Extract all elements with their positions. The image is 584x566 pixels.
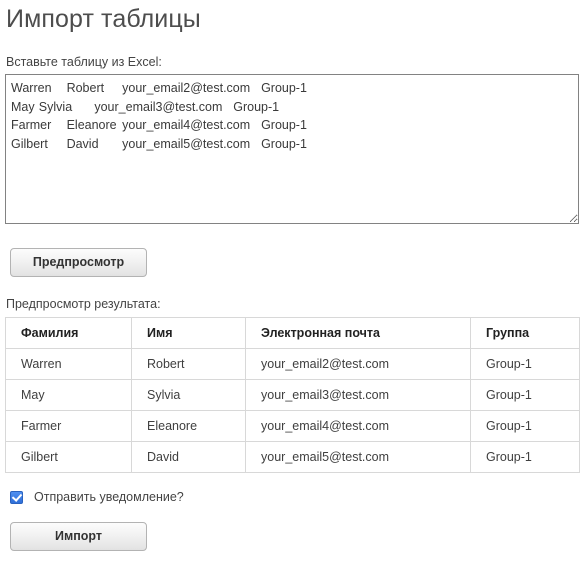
cell-email: your_email4@test.com	[245, 410, 471, 442]
preview-button[interactable]: Предпросмотр	[10, 248, 147, 277]
import-button-row: Импорт	[5, 505, 579, 551]
preview-button-row: Предпросмотр	[5, 224, 579, 277]
notify-checkbox-label: Отправить уведомление?	[34, 490, 184, 504]
import-button[interactable]: Импорт	[10, 522, 147, 551]
cell-lastname: Farmer	[5, 410, 132, 442]
cell-email: your_email3@test.com	[245, 379, 471, 411]
cell-firstname: Robert	[131, 348, 246, 380]
column-header-email: Электронная почта	[245, 317, 471, 349]
cell-firstname: Eleanore	[131, 410, 246, 442]
page-title: Импорт таблицы	[6, 5, 201, 33]
import-table-page: Импорт таблицы Вставьте таблицу из Excel…	[0, 0, 584, 566]
notify-checkbox-row: Отправить уведомление?	[5, 473, 579, 505]
cell-lastname: Gilbert	[5, 441, 132, 473]
column-header-group: Группа	[470, 317, 580, 349]
table-row: Warren Robert your_email2@test.com Group…	[5, 348, 580, 380]
paste-area-label: Вставьте таблицу из Excel:	[6, 55, 162, 69]
cell-group: Group-1	[470, 441, 580, 473]
preview-result-label: Предпросмотр результата:	[6, 297, 161, 311]
cell-email: your_email5@test.com	[245, 441, 471, 473]
table-row: May Sylvia your_email3@test.com Group-1	[5, 379, 580, 411]
paste-table-input[interactable]	[5, 74, 579, 224]
notify-checkbox[interactable]	[10, 490, 23, 504]
cell-group: Group-1	[470, 348, 580, 380]
column-header-firstname: Имя	[131, 317, 246, 349]
table-row: Gilbert David your_email5@test.com Group…	[5, 441, 580, 473]
table-header-row: Фамилия Имя Электронная почта Группа	[5, 317, 580, 349]
cell-email: your_email2@test.com	[245, 348, 471, 380]
table-row: Farmer Eleanore your_email4@test.com Gro…	[5, 410, 580, 442]
column-header-lastname: Фамилия	[5, 317, 132, 349]
cell-lastname: Warren	[5, 348, 132, 380]
cell-group: Group-1	[470, 379, 580, 411]
cell-firstname: Sylvia	[131, 379, 246, 411]
cell-group: Group-1	[470, 410, 580, 442]
cell-lastname: May	[5, 379, 132, 411]
preview-result-table: Фамилия Имя Электронная почта Группа War…	[5, 317, 580, 473]
cell-firstname: David	[131, 441, 246, 473]
